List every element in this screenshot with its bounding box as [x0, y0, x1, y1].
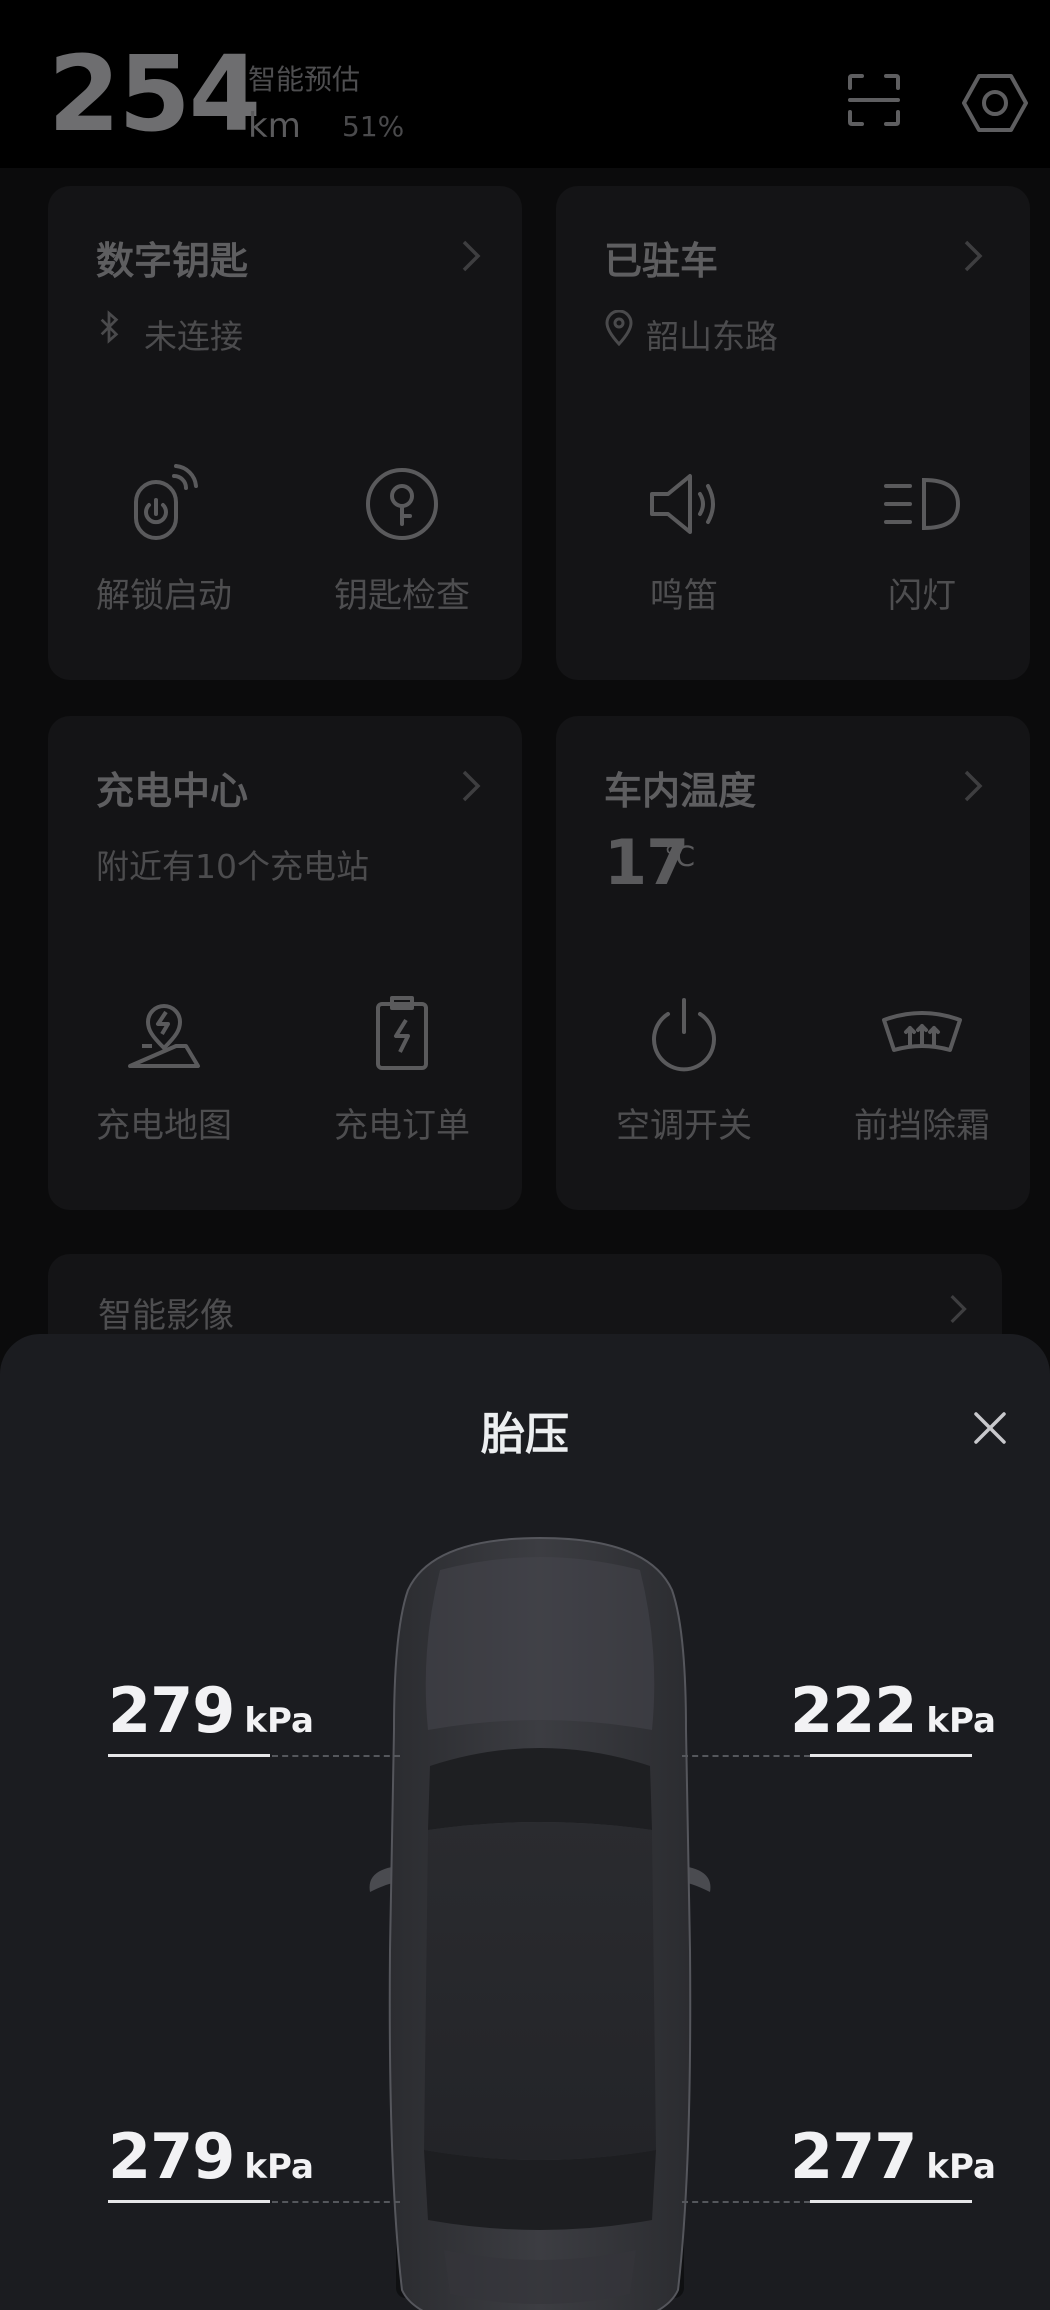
- horn-button[interactable]: 鸣笛: [574, 462, 794, 617]
- nearby-stations-text: 附近有10个充电站: [96, 847, 369, 886]
- pressure-value: 222: [790, 1674, 917, 1747]
- cabin-temperature-card[interactable]: 车内温度 空调开关 前挡除霜: [556, 716, 1030, 1210]
- pressure-unit: kPa: [244, 2147, 314, 2187]
- unlock-start-icon: [134, 464, 198, 540]
- pressure-value: 279: [108, 1674, 235, 1747]
- car-top-view-image: [369, 1536, 711, 2310]
- parked-location-card[interactable]: 已驻车 韶山东路 鸣笛 闪灯: [556, 186, 1030, 680]
- gear-icon[interactable]: [962, 72, 1028, 134]
- horn-icon: [650, 474, 715, 534]
- chevron-right-icon: [950, 1295, 967, 1323]
- cabin-temperature-unit: ℃: [664, 840, 696, 873]
- front-right-tire-pressure: 222 kPa: [790, 1674, 996, 1754]
- chevron-right-icon: [462, 240, 481, 272]
- header-bar: 254 智能预估 km 51%: [0, 0, 1050, 168]
- action-label: 充电订单: [334, 1106, 470, 1146]
- front-left-tire-pressure: 279 kPa: [108, 1674, 314, 1754]
- charge-map-button[interactable]: 充电地图: [54, 992, 274, 1147]
- rear-left-leader-line: [272, 2201, 400, 2203]
- action-label: 前挡除霜: [854, 1106, 990, 1146]
- tire-pressure-sheet: 胎压 279 kPa 222 kPa 279 kPa 277 kPa: [0, 1334, 1050, 2310]
- action-label: 闪灯: [888, 576, 956, 616]
- card-title: 充电中心: [96, 769, 249, 813]
- headlight-icon: [884, 477, 961, 531]
- charge-map-icon: [128, 1004, 200, 1068]
- chevron-right-icon: [964, 770, 983, 802]
- pressure-value: 279: [108, 2120, 235, 2193]
- unlock-start-button[interactable]: 解锁启动: [54, 462, 274, 617]
- card-title: 车内温度: [604, 769, 757, 813]
- pressure-unit: kPa: [926, 1701, 996, 1741]
- digital-key-card[interactable]: 数字钥匙 未连接 解锁启动 钥匙检查: [48, 186, 522, 680]
- front-left-underline: [108, 1754, 270, 1757]
- rear-right-leader-line: [682, 2201, 810, 2203]
- battery-percent: 51%: [342, 110, 405, 143]
- action-label: 鸣笛: [650, 576, 718, 616]
- pressure-unit: kPa: [926, 2147, 996, 2187]
- chevron-right-icon: [462, 770, 481, 802]
- ac-power-button[interactable]: 空调开关: [574, 992, 794, 1147]
- bluetooth-icon: [100, 310, 119, 344]
- range-unit: km: [248, 106, 301, 146]
- front-right-leader-line: [682, 1755, 810, 1757]
- key-check-button[interactable]: 钥匙检查: [292, 462, 512, 617]
- close-icon[interactable]: [966, 1404, 1014, 1452]
- action-label: 解锁启动: [96, 576, 232, 616]
- action-label: 钥匙检查: [334, 576, 470, 616]
- range-value: 254: [48, 33, 261, 155]
- location-pin-icon: [605, 310, 633, 346]
- sheet-title: 胎压: [481, 1409, 569, 1460]
- chevron-right-icon: [964, 240, 983, 272]
- rear-right-tire-pressure: 277 kPa: [790, 2120, 996, 2200]
- smart-camera-label: 智能影像: [98, 1296, 234, 1336]
- rear-left-underline: [108, 2200, 270, 2203]
- card-title: 已驻车: [604, 239, 719, 283]
- range-estimate-label: 智能预估: [248, 63, 361, 96]
- pressure-unit: kPa: [244, 1701, 314, 1741]
- rear-left-tire-pressure: 279 kPa: [108, 2120, 314, 2200]
- defrost-icon: [882, 1011, 962, 1052]
- card-title: 数字钥匙: [96, 239, 249, 283]
- key-connection-status: 未连接: [144, 317, 243, 356]
- action-label: 充电地图: [96, 1106, 232, 1146]
- rear-right-underline: [810, 2200, 972, 2203]
- parked-location: 韶山东路: [646, 317, 778, 356]
- key-check-icon: [366, 468, 438, 540]
- power-icon: [652, 998, 716, 1072]
- flash-lights-button[interactable]: 闪灯: [812, 462, 1032, 617]
- front-left-leader-line: [272, 1755, 400, 1757]
- charging-center-card[interactable]: 充电中心 附近有10个充电站 充电地图 充电订单: [48, 716, 522, 1210]
- scan-icon[interactable]: [846, 72, 902, 128]
- front-defrost-button[interactable]: 前挡除霜: [812, 992, 1032, 1147]
- charge-order-button[interactable]: 充电订单: [292, 992, 512, 1147]
- front-right-underline: [810, 1754, 972, 1757]
- charge-order-icon: [376, 996, 428, 1070]
- action-label: 空调开关: [616, 1106, 752, 1146]
- pressure-value: 277: [790, 2120, 917, 2193]
